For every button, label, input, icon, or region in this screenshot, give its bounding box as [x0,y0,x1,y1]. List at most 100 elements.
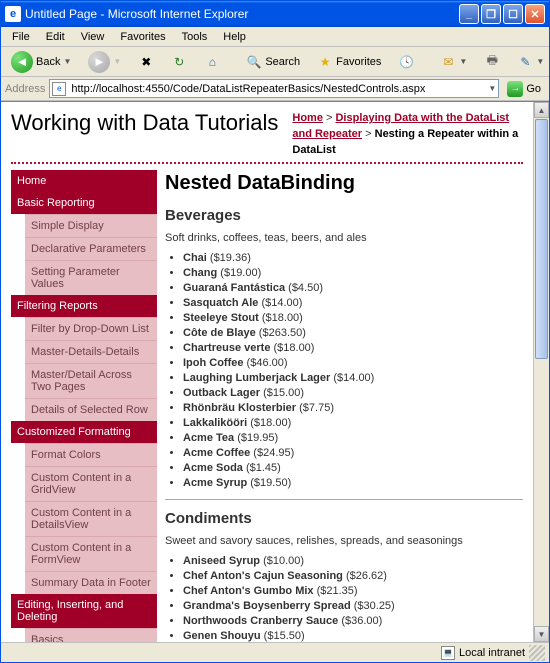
status-bar: 💻 Local intranet [1,642,549,662]
sidebar-category[interactable]: Basic Reporting [11,192,157,214]
search-label: Search [265,56,300,68]
minimize-button[interactable]: _ [459,4,479,24]
sidebar: HomeBasic ReportingSimple DisplayDeclara… [11,170,157,642]
sidebar-subitem[interactable]: Details of Selected Row [25,398,157,421]
menu-file[interactable]: File [5,30,37,44]
search-icon: 🔍 [246,54,262,70]
back-label: Back [36,56,60,68]
sidebar-subitem[interactable]: Master/Detail Across Two Pages [25,363,157,398]
product-price: ($19.00) [217,267,261,279]
search-button[interactable]: 🔍 Search [240,51,306,73]
product-name: Acme Tea [183,432,234,444]
favorites-button[interactable]: ★ Favorites [311,51,387,73]
history-button[interactable]: 🕓 [392,51,420,73]
product-price: ($263.50) [256,327,306,339]
product-name: Steeleye Stout [183,312,259,324]
page-icon: e [52,82,66,96]
go-button[interactable]: → Go [503,80,545,98]
product-price: ($14.00) [258,297,302,309]
product-name: Laughing Lumberjack Lager [183,372,330,384]
refresh-button[interactable]: ↻ [165,51,193,73]
address-bar: Address e ▼ → Go [1,77,549,101]
product-item: Acme Tea ($19.95) [183,432,523,444]
product-name: Acme Soda [183,462,243,474]
scroll-down-button[interactable]: ▼ [534,626,549,642]
sidebar-item-home[interactable]: Home [11,170,157,192]
back-button[interactable]: ◄ Back ▼ [5,48,77,76]
sidebar-subitem[interactable]: Setting Parameter Values [25,260,157,295]
mail-button[interactable]: ✉▼ [434,51,473,73]
maximize-button[interactable]: ☐ [503,4,523,24]
vertical-scrollbar[interactable]: ▲ ▼ [533,102,549,642]
product-item: Chef Anton's Cajun Seasoning ($26.62) [183,570,523,582]
resize-gripper[interactable] [529,645,545,661]
address-input[interactable] [69,81,488,96]
scroll-thumb[interactable] [535,119,548,359]
sidebar-subitem[interactable]: Summary Data in Footer [25,571,157,594]
menu-favorites[interactable]: Favorites [113,30,172,44]
forward-dropdown-icon: ▼ [113,57,121,66]
address-field[interactable]: e ▼ [49,79,499,98]
address-dropdown-icon[interactable]: ▼ [488,84,496,93]
product-name: Chai [183,252,207,264]
product-item: Genen Shouyu ($15.50) [183,630,523,642]
sidebar-subitem[interactable]: Declarative Parameters [25,237,157,260]
sidebar-subitem[interactable]: Custom Content in a DetailsView [25,501,157,536]
page-title: Working with Data Tutorials [11,110,278,136]
stop-button[interactable]: ✖ [132,51,160,73]
product-price: ($10.00) [260,555,304,567]
mail-icon: ✉ [440,54,456,70]
forward-button: ► ▼ [82,48,127,76]
close-button[interactable]: ✕ [525,4,545,24]
back-dropdown-icon: ▼ [63,57,71,66]
product-name: Aniseed Syrup [183,555,260,567]
product-price: ($19.36) [207,252,251,264]
content-heading: Nested DataBinding [165,172,523,195]
sidebar-subitem[interactable]: Simple Display [25,214,157,237]
window-title: Untitled Page - Microsoft Internet Explo… [25,7,459,21]
back-arrow-icon: ◄ [11,51,33,73]
product-name: Genen Shouyu [183,630,261,642]
edit-icon: ✎ [517,54,533,70]
product-price: ($14.00) [330,372,374,384]
product-item: Lakkalikööri ($18.00) [183,417,523,429]
product-name: Northwoods Cranberry Sauce [183,615,338,627]
product-item: Laughing Lumberjack Lager ($14.00) [183,372,523,384]
product-price: ($46.00) [244,357,288,369]
product-item: Acme Soda ($1.45) [183,462,523,474]
sidebar-subitem[interactable]: Master-Details-Details [25,340,157,363]
restore-button[interactable]: ❐ [481,4,501,24]
product-name: Acme Syrup [183,477,247,489]
menu-tools[interactable]: Tools [175,30,215,44]
sidebar-category[interactable]: Customized Formatting [11,421,157,443]
scroll-up-button[interactable]: ▲ [534,102,549,118]
product-item: Rhönbräu Klosterbier ($7.75) [183,402,523,414]
address-label: Address [5,83,45,95]
ie-logo-icon: e [5,6,21,22]
product-price: ($4.50) [285,282,323,294]
product-price: ($30.25) [351,600,395,612]
star-icon: ★ [317,54,333,70]
sidebar-subitem[interactable]: Custom Content in a GridView [25,466,157,501]
menu-help[interactable]: Help [216,30,253,44]
product-price: ($21.35) [314,585,358,597]
print-button[interactable]: 🖶 [478,51,506,73]
menu-edit[interactable]: Edit [39,30,72,44]
home-button[interactable]: ⌂ [198,51,226,73]
product-item: Sasquatch Ale ($14.00) [183,297,523,309]
breadcrumb-home[interactable]: Home [292,112,323,124]
sidebar-subitem[interactable]: Custom Content in a FormView [25,536,157,571]
product-price: ($7.75) [296,402,334,414]
product-item: Ipoh Coffee ($46.00) [183,357,523,369]
menu-view[interactable]: View [74,30,112,44]
sidebar-category[interactable]: Filtering Reports [11,295,157,317]
window-titlebar: e Untitled Page - Microsoft Internet Exp… [1,1,549,27]
sidebar-subitem[interactable]: Format Colors [25,443,157,466]
product-name: Sasquatch Ale [183,297,258,309]
product-price: ($19.50) [247,477,291,489]
sidebar-category[interactable]: Editing, Inserting, and Deleting [11,594,157,628]
sidebar-subitem[interactable]: Basics [25,628,157,642]
edit-button[interactable]: ✎▼ [511,51,550,73]
go-arrow-icon: → [507,81,523,97]
sidebar-subitem[interactable]: Filter by Drop-Down List [25,317,157,340]
